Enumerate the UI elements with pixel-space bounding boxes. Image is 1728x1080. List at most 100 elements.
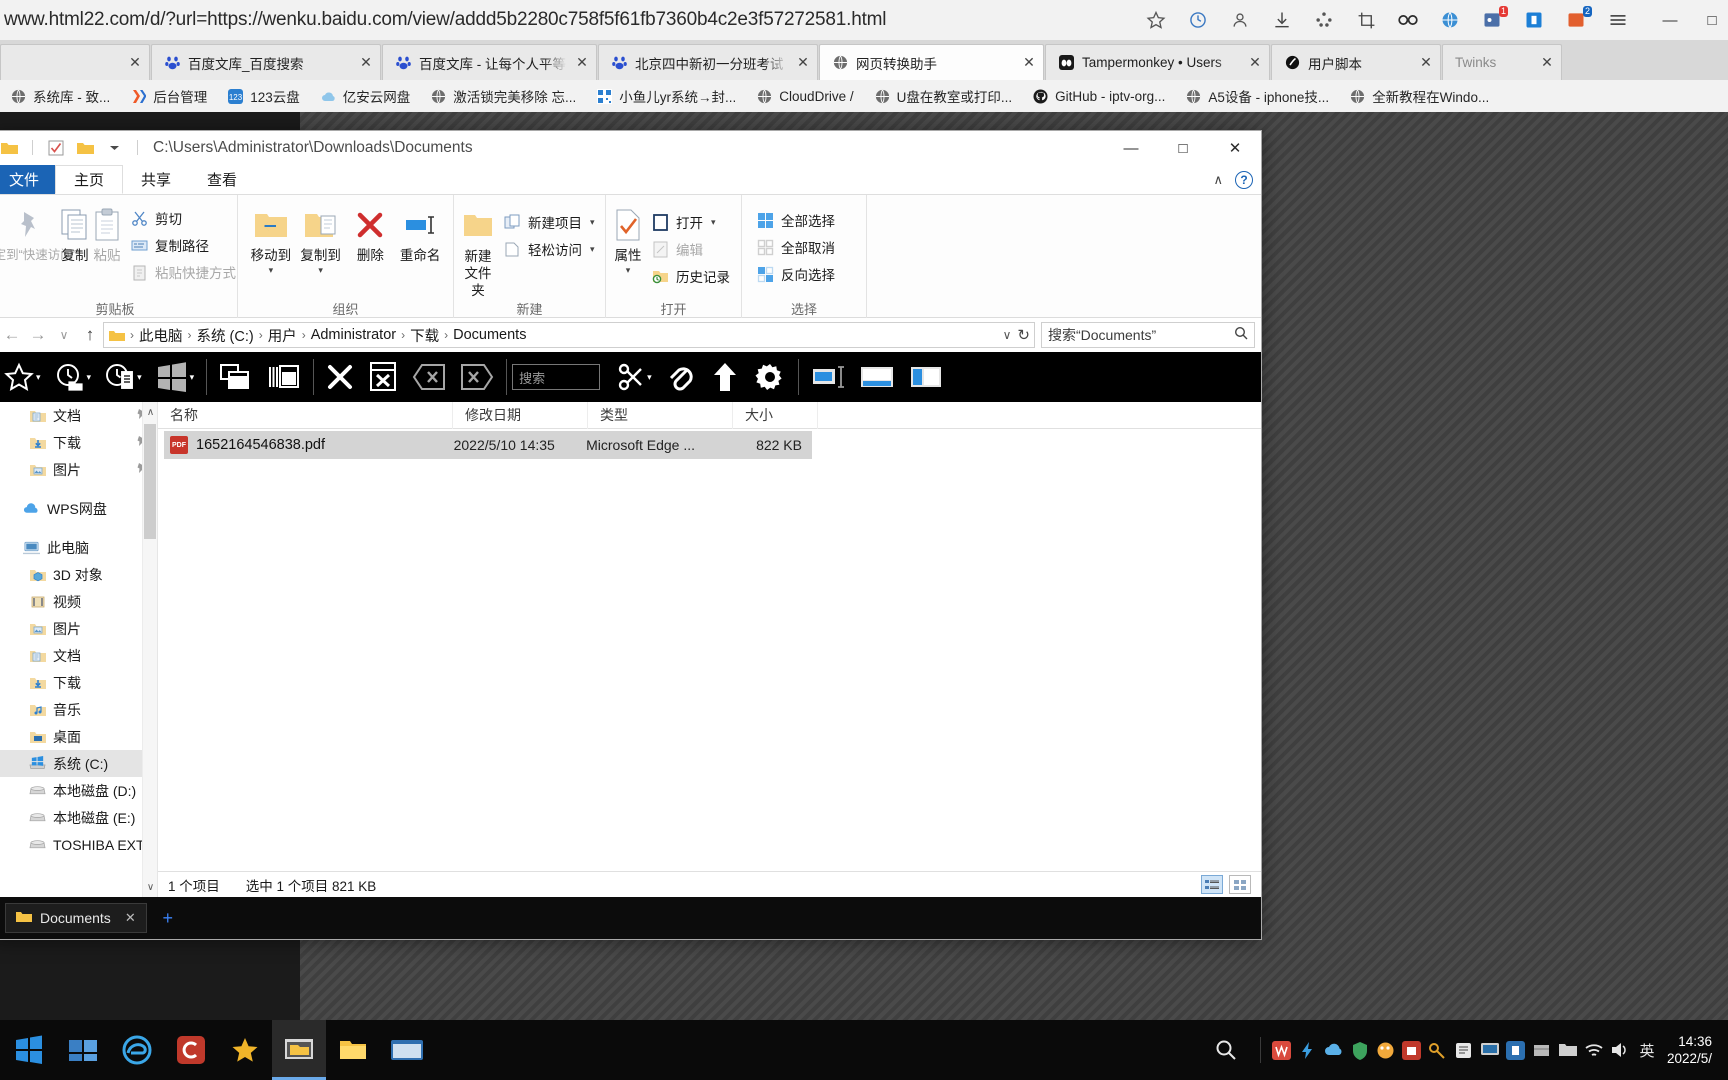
checkbox-icon[interactable] xyxy=(46,138,66,158)
refresh-icon[interactable]: ↻ xyxy=(1017,326,1030,344)
move-to-caret-icon[interactable]: ▾ xyxy=(269,265,274,276)
tab-close-icon[interactable]: ✕ xyxy=(1418,54,1434,71)
pane-left-icon[interactable] xyxy=(804,354,852,400)
forward-button[interactable]: → xyxy=(25,322,51,348)
infinity-icon[interactable] xyxy=(1396,8,1420,32)
tab-close-icon[interactable]: ✕ xyxy=(1539,54,1555,71)
open-caret-icon[interactable]: ▾ xyxy=(711,217,716,228)
puzzle-icon[interactable] xyxy=(1312,8,1336,32)
bookmark-item-9[interactable]: A5设备 - iphone技... xyxy=(1175,83,1339,109)
back-button[interactable]: ← xyxy=(0,322,25,348)
windows-cascade-icon[interactable] xyxy=(212,354,260,400)
search-icon[interactable] xyxy=(1234,326,1248,345)
key-icon[interactable] xyxy=(1425,1020,1451,1080)
navpane-item-3[interactable]: WPS网盘 xyxy=(0,495,157,522)
extension-badge-icon[interactable]: 1 xyxy=(1480,6,1508,32)
pin-to-quick-access-button[interactable]: 固定到“快速访问” xyxy=(0,201,77,262)
navpane-item-1[interactable]: 下载 xyxy=(0,429,157,456)
properties-button[interactable]: 属性 ▾ xyxy=(614,201,642,276)
breadcrumb-item-1[interactable]: 系统 (C:) xyxy=(194,325,257,346)
navpane-item-10[interactable]: 音乐 xyxy=(0,696,157,723)
bookmark-item-2[interactable]: 123 123云盘 xyxy=(217,83,310,109)
edit-button[interactable]: 编辑 xyxy=(645,236,735,262)
bookmark-item-3[interactable]: 亿安云网盘 xyxy=(310,83,421,109)
sync-icon[interactable] xyxy=(1186,8,1210,32)
scissors-icon[interactable]: ▾ xyxy=(608,354,659,400)
details-view-icon[interactable] xyxy=(1201,875,1223,894)
copy-to-button[interactable]: 复制到 ▾ xyxy=(296,201,346,276)
download-icon[interactable] xyxy=(1270,8,1294,32)
paste-shortcut-button[interactable]: 粘贴快捷方式 xyxy=(124,259,241,285)
tab-close-icon[interactable]: ✕ xyxy=(358,54,374,71)
tab-close-icon[interactable]: ✕ xyxy=(127,54,143,71)
navpane-item-14[interactable]: 本地磁盘 (E:) xyxy=(0,804,157,831)
select-all-button[interactable]: 全部选择 xyxy=(750,207,840,233)
up-button[interactable]: ↑ xyxy=(77,322,103,348)
explorer-icon[interactable] xyxy=(326,1020,380,1080)
navpane-item-2[interactable]: 图片 xyxy=(0,456,157,483)
browser-tab-5[interactable]: Tampermonkey • Users ✕ xyxy=(1045,44,1270,80)
menu-icon[interactable] xyxy=(1606,8,1630,32)
bookmark-item-10[interactable]: 全新教程在Windo... xyxy=(1339,83,1499,109)
folder-properties-icon[interactable] xyxy=(75,138,95,158)
shield-icon[interactable] xyxy=(1347,1020,1373,1080)
ribbon-tab-3[interactable]: 查看 xyxy=(189,165,255,194)
navpane-item-6[interactable]: 视频 xyxy=(0,588,157,615)
flash-icon[interactable] xyxy=(1295,1020,1321,1080)
paperclip-icon[interactable] xyxy=(659,354,703,400)
bookmark-item-8[interactable]: GitHub - iptv-org... xyxy=(1022,83,1175,109)
copy-path-button[interactable]: 复制路径 xyxy=(124,232,241,258)
move-to-button[interactable]: 移动到 ▾ xyxy=(246,201,296,276)
ribbon-tab-1[interactable]: 主页 xyxy=(55,165,124,194)
navpane-scroll-thumb[interactable] xyxy=(144,424,156,539)
star-icon[interactable] xyxy=(1144,8,1168,32)
tab-close-icon[interactable]: ✕ xyxy=(1247,54,1263,71)
browser-tab-0[interactable]: ✕ xyxy=(0,44,150,80)
large-icons-view-icon[interactable] xyxy=(1229,875,1251,894)
note-icon[interactable] xyxy=(1451,1020,1477,1080)
explorer-minimize-button[interactable]: — xyxy=(1105,131,1157,165)
breadcrumb-item-2[interactable]: 用户 xyxy=(265,325,300,346)
open-button[interactable]: 打开 ▾ xyxy=(645,209,735,235)
globe-extension-icon[interactable] xyxy=(1438,8,1462,32)
search-icon[interactable] xyxy=(1200,1020,1252,1080)
navigation-pane[interactable]: 文档 下载 图片 WPS网盘 此电脑 3D 对象 视频 图片 文档 下载 音乐 桌面 系统 (C:) 本地… xyxy=(0,402,158,897)
close-hex-left-icon[interactable] xyxy=(405,354,453,400)
star-icon[interactable]: ▾ xyxy=(0,354,48,400)
folder-tray-icon[interactable] xyxy=(1555,1020,1581,1080)
close-icon[interactable]: ✕ xyxy=(125,910,136,926)
toolbar-search-input[interactable]: 搜索 xyxy=(512,364,601,390)
navpane-scroll-down-icon[interactable]: ∨ xyxy=(143,877,157,897)
ime-indicator[interactable]: 英 xyxy=(1633,1020,1661,1080)
edge-icon[interactable] xyxy=(110,1020,164,1080)
windows-caret-icon[interactable]: ▾ xyxy=(190,372,195,383)
column-header-2[interactable]: 类型 xyxy=(588,401,733,429)
browser-tab-4[interactable]: 网页转换助手 ✕ xyxy=(819,44,1044,80)
navpane-scroll-up-icon[interactable]: ∧ xyxy=(143,402,157,422)
breadcrumb-item-5[interactable]: Documents xyxy=(450,327,529,343)
new-folder-button[interactable]: 新建文件夹 xyxy=(462,201,494,299)
navpane-item-15[interactable]: TOSHIBA EXT ( xyxy=(0,831,157,858)
clock-folder-icon[interactable]: ▾ xyxy=(48,354,99,400)
close-x-icon[interactable] xyxy=(319,354,361,400)
crop-icon[interactable] xyxy=(1354,8,1378,32)
navpane-item-12[interactable]: 系统 (C:) xyxy=(0,750,157,777)
new-tab-button[interactable]: + xyxy=(157,907,179,929)
star-caret-icon[interactable]: ▾ xyxy=(36,372,41,383)
navpane-scrollbar[interactable]: ∧ ∨ xyxy=(142,402,157,897)
recent-locations-button[interactable]: ∨ xyxy=(51,322,77,348)
browser-tab-7[interactable]: Twinks ✕ xyxy=(1442,44,1562,80)
bookmark-item-7[interactable]: U盘在教室或打印... xyxy=(864,83,1023,109)
history-button[interactable]: 历史记录 xyxy=(645,263,735,289)
clock-folder-caret-icon[interactable]: ▾ xyxy=(87,372,92,383)
delete-button[interactable]: 删除 xyxy=(346,201,396,263)
breadcrumb[interactable]: › 此电脑 › 系统 (C:) › 用户 › Administrator › 下载 › Documen… xyxy=(103,322,1035,348)
column-header-1[interactable]: 修改日期 xyxy=(453,401,588,429)
cloud-icon[interactable] xyxy=(1321,1020,1347,1080)
close-hex-right-icon[interactable] xyxy=(453,354,501,400)
navpane-item-4[interactable]: 此电脑 xyxy=(0,534,157,561)
taskview-icon[interactable] xyxy=(56,1020,110,1080)
breadcrumb-dropdown-icon[interactable]: ∨ xyxy=(1003,328,1012,342)
clock-list-icon[interactable]: ▾ xyxy=(98,354,149,400)
windows-stack-icon[interactable] xyxy=(260,354,308,400)
